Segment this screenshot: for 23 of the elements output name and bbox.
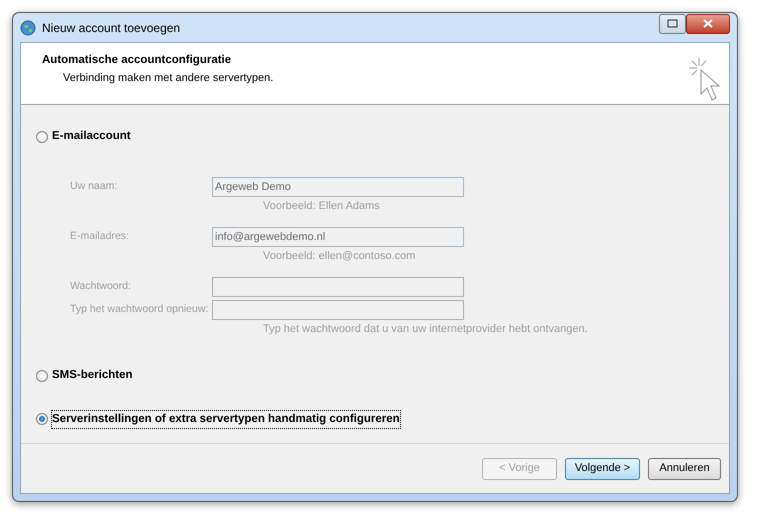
- field-label: Typ het wachtwoord opnieuw:: [69, 302, 210, 317]
- radio-label[interactable]: SMS-berichten: [52, 367, 133, 384]
- hint-text: Typ het wachtwoord dat u van uw internetprovider hebt ontvangen.: [263, 323, 588, 336]
- hint-text: Voorbeeld: Ellen Adams: [263, 200, 380, 212]
- field-label: Wachtwoord:: [69, 278, 132, 294]
- close-icon: [703, 19, 713, 28]
- restore-button[interactable]: [659, 14, 686, 34]
- globe-icon: [20, 20, 36, 36]
- close-button[interactable]: [686, 14, 730, 34]
- restore-icon: [667, 19, 678, 28]
- header-title: Automatische accountconfiguratie: [42, 53, 232, 68]
- radio-label[interactable]: E-mailaccount: [52, 128, 131, 146]
- radio-button[interactable]: [36, 413, 48, 426]
- field-label: E-mailadres:: [69, 228, 130, 244]
- radio-button[interactable]: [36, 370, 48, 382]
- radio-button[interactable]: [36, 130, 48, 143]
- field-label: Uw naam:: [69, 178, 118, 194]
- cancel-button[interactable]: Annuleren: [648, 458, 721, 480]
- radio-label[interactable]: Serverinstellingen of extra servertypen handmatig configureren: [52, 410, 400, 428]
- hint-text: Voorbeeld: ellen@contoso.com: [263, 250, 416, 262]
- next-button[interactable]: Volgende >: [565, 458, 640, 480]
- header-subtitle: Verbinding maken met andere servertypen.: [62, 71, 274, 86]
- window-title: Nieuw account toevoegen: [42, 20, 180, 36]
